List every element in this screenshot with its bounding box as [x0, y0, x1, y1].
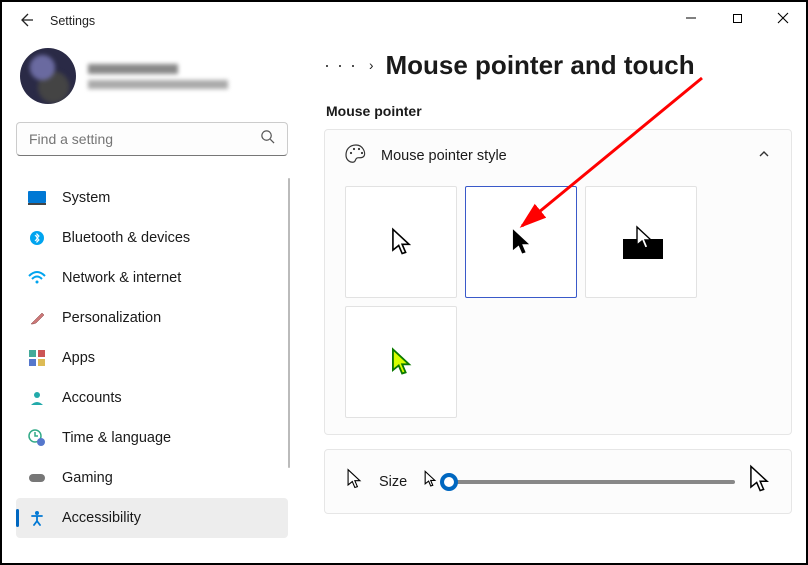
bluetooth-icon: [28, 229, 46, 247]
pointer-style-options: [325, 182, 791, 434]
wifi-icon: [28, 269, 46, 287]
back-button[interactable]: [10, 12, 42, 31]
pointer-style-white[interactable]: [345, 186, 457, 298]
maximize-button[interactable]: [714, 2, 760, 34]
nav-item-time-language[interactable]: Time & language: [16, 418, 288, 458]
apps-icon: [28, 349, 46, 367]
app-name: Settings: [50, 14, 95, 28]
nav-label: Gaming: [62, 470, 113, 486]
main-pane: · · · › Mouse pointer and touch Mouse po…: [302, 40, 806, 563]
clock-globe-icon: [28, 429, 46, 447]
avatar: [20, 48, 76, 104]
search-input[interactable]: [29, 131, 260, 147]
nav-item-network[interactable]: Network & internet: [16, 258, 288, 298]
display-icon: [28, 189, 46, 207]
nav-item-gaming[interactable]: Gaming: [16, 458, 288, 498]
nav-label: Time & language: [62, 430, 171, 446]
card-title: Mouse pointer style: [381, 148, 507, 164]
person-icon: [28, 389, 46, 407]
cursor-icon: [345, 468, 363, 495]
nav: System Bluetooth & devices Network & int…: [16, 178, 288, 538]
nav-label: System: [62, 190, 110, 206]
gamepad-icon: [28, 469, 46, 487]
nav-item-personalization[interactable]: Personalization: [16, 298, 288, 338]
nav-item-system[interactable]: System: [16, 178, 288, 218]
pointer-style-black[interactable]: [465, 186, 577, 298]
nav-label: Accounts: [62, 390, 122, 406]
small-cursor-icon: [423, 470, 437, 493]
breadcrumb-separator: ›: [369, 58, 374, 73]
page-title: Mouse pointer and touch: [385, 50, 694, 81]
accessibility-icon: [28, 509, 46, 527]
nav-label: Accessibility: [62, 510, 141, 526]
breadcrumb-ellipsis[interactable]: · · ·: [324, 55, 357, 76]
pointer-size-card: Size: [324, 449, 792, 514]
nav-item-bluetooth[interactable]: Bluetooth & devices: [16, 218, 288, 258]
chevron-up-icon: [757, 147, 771, 165]
nav-item-accessibility[interactable]: Accessibility: [16, 498, 288, 538]
card-header[interactable]: Mouse pointer style: [325, 130, 791, 182]
breadcrumb: · · · › Mouse pointer and touch: [324, 50, 792, 81]
mouse-pointer-style-card: Mouse pointer style: [324, 129, 792, 435]
large-cursor-icon: [747, 464, 771, 499]
size-slider[interactable]: [449, 480, 735, 484]
nav-label: Personalization: [62, 310, 161, 326]
account-text-redacted: [88, 64, 228, 89]
nav-label: Bluetooth & devices: [62, 230, 190, 246]
nav-item-apps[interactable]: Apps: [16, 338, 288, 378]
search-box[interactable]: [16, 122, 288, 156]
pointer-style-custom[interactable]: [345, 306, 457, 418]
account-block[interactable]: [20, 48, 288, 104]
nav-label: Network & internet: [62, 270, 181, 286]
nav-label: Apps: [62, 350, 95, 366]
close-button[interactable]: [760, 2, 806, 34]
palette-icon: [345, 144, 367, 168]
sidebar: System Bluetooth & devices Network & int…: [2, 40, 302, 563]
pointer-style-inverted[interactable]: [585, 186, 697, 298]
scrollbar[interactable]: [288, 178, 290, 468]
minimize-button[interactable]: [668, 2, 714, 34]
paintbrush-icon: [28, 309, 46, 327]
size-label: Size: [379, 474, 407, 490]
slider-thumb[interactable]: [440, 473, 458, 491]
size-slider-group: [423, 464, 771, 499]
window-controls: [668, 2, 806, 34]
section-label: Mouse pointer: [326, 103, 792, 119]
nav-item-accounts[interactable]: Accounts: [16, 378, 288, 418]
search-icon: [260, 129, 275, 149]
